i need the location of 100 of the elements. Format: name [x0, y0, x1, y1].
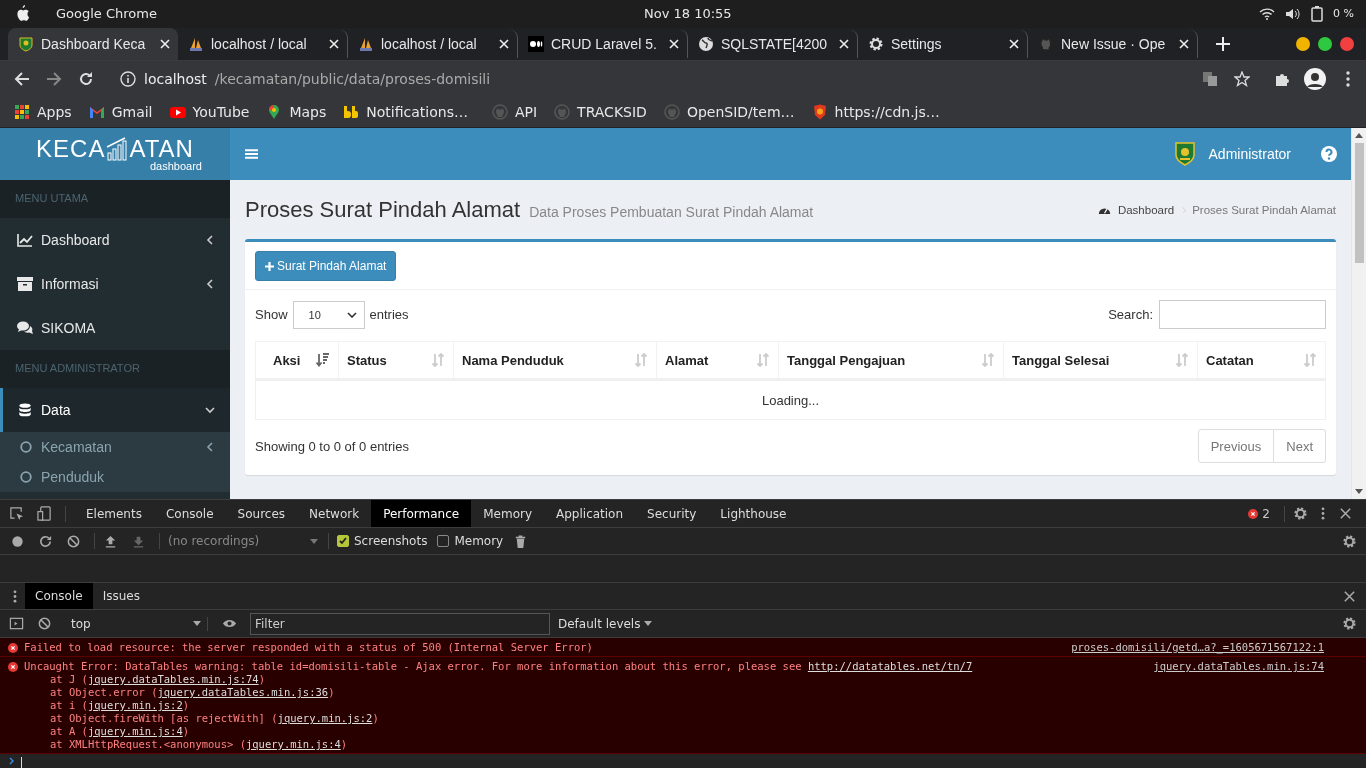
- close-icon[interactable]: [1009, 39, 1019, 50]
- sidebar-subitem[interactable]: Penduduk: [0, 462, 230, 493]
- user-name[interactable]: Administrator: [1208, 146, 1291, 163]
- apple-icon[interactable]: [14, 4, 30, 23]
- maximize-button[interactable]: [1318, 37, 1332, 52]
- clock[interactable]: Nov 18 10:55: [644, 6, 732, 21]
- browser-tab[interactable]: Settings: [858, 30, 1028, 59]
- menu-icon[interactable]: [1346, 71, 1350, 88]
- more-icon[interactable]: [1321, 506, 1325, 521]
- back-icon[interactable]: [14, 71, 30, 88]
- sidebar-item[interactable]: Dashboard: [0, 218, 230, 263]
- bookmark[interactable]: TRACKSID: [554, 104, 647, 121]
- column-header[interactable]: Status: [338, 342, 454, 380]
- search-field[interactable]: [1159, 300, 1326, 330]
- close-icon[interactable]: [1179, 39, 1189, 50]
- close-icon[interactable]: [1342, 588, 1357, 604]
- settings-icon[interactable]: [1342, 533, 1357, 549]
- drawer-menu-icon[interactable]: [13, 588, 17, 604]
- devtools-tab[interactable]: Network: [297, 500, 372, 527]
- browser-tab[interactable]: localhost / local: [348, 30, 518, 59]
- sidebar-toggle-icon[interactable]: [9, 616, 24, 631]
- browser-tab[interactable]: New Issue · Ope: [1028, 30, 1198, 59]
- devtools-tab[interactable]: Performance: [371, 500, 472, 527]
- scroll-up-icon[interactable]: [1355, 133, 1363, 139]
- checkbox[interactable]: [437, 535, 450, 547]
- minimize-button[interactable]: [1296, 37, 1310, 52]
- devtools-tab[interactable]: Application: [544, 500, 636, 527]
- pagination-button[interactable]: Previous: [1197, 429, 1275, 464]
- avatar[interactable]: [1304, 68, 1326, 91]
- stack-link[interactable]: jquery.min.js:2: [87, 699, 183, 711]
- error-count[interactable]: 2: [1262, 506, 1270, 521]
- wifi-icon[interactable]: [1259, 7, 1276, 20]
- pagination-button[interactable]: Next: [1274, 429, 1326, 464]
- volume-icon[interactable]: [1285, 7, 1302, 20]
- bookmark[interactable]: API: [491, 104, 538, 121]
- drawer-tab[interactable]: Issues: [92, 583, 150, 609]
- devtools-tab[interactable]: Sources: [225, 500, 298, 527]
- column-header[interactable]: Alamat: [656, 342, 779, 380]
- browser-tab[interactable]: Dashboard Keca: [8, 28, 178, 61]
- reload-icon[interactable]: [78, 71, 94, 88]
- close-icon[interactable]: [160, 39, 170, 50]
- stack-link[interactable]: jquery.dataTables.min.js:74: [87, 673, 259, 685]
- close-icon[interactable]: [669, 39, 679, 50]
- translate-icon[interactable]: [1202, 71, 1218, 88]
- bookmark[interactable]: Notifications…: [343, 104, 468, 121]
- bookmark[interactable]: Maps: [266, 104, 327, 121]
- stack-link[interactable]: jquery.min.js:2: [277, 712, 373, 724]
- add-button[interactable]: Surat Pindah Alamat: [255, 251, 397, 282]
- clear-icon[interactable]: [37, 616, 52, 631]
- close-icon[interactable]: [1338, 506, 1353, 521]
- help-icon[interactable]: [1321, 146, 1337, 163]
- bookmark[interactable]: https://cdn.js…: [811, 104, 940, 121]
- sidebar-subitem[interactable]: Kecamatan: [0, 432, 230, 463]
- puzzle-icon[interactable]: [1274, 71, 1290, 88]
- context-select[interactable]: top: [65, 616, 208, 631]
- drawer-tab[interactable]: Console: [25, 583, 93, 609]
- scrollbar[interactable]: [1351, 128, 1366, 499]
- star-icon[interactable]: [1234, 71, 1250, 88]
- reload-icon[interactable]: [38, 533, 53, 549]
- new-tab-icon[interactable]: [1216, 37, 1230, 52]
- sidebar-item[interactable]: SIKOMA: [0, 306, 230, 351]
- sidebar-item[interactable]: Data: [0, 388, 230, 433]
- stack-link[interactable]: jquery.min.js:4: [245, 738, 341, 750]
- column-header[interactable]: Tanggal Pengajuan: [778, 342, 1004, 380]
- filter-field[interactable]: Filter: [250, 612, 550, 635]
- recordings-select[interactable]: (no recordings): [168, 534, 318, 548]
- devtools-tab[interactable]: Memory: [471, 500, 544, 527]
- stack-link[interactable]: jquery.dataTables.min.js:36: [157, 686, 329, 698]
- close-icon[interactable]: [839, 39, 849, 50]
- error-icon[interactable]: [1248, 508, 1259, 519]
- record-icon[interactable]: [10, 533, 25, 549]
- upload-icon[interactable]: [103, 533, 118, 549]
- clear-icon[interactable]: [66, 533, 81, 549]
- logo[interactable]: KECA ATAN dashboard: [0, 128, 230, 181]
- stack-link[interactable]: jquery.min.js:4: [87, 725, 183, 737]
- devtools-tab[interactable]: Console: [153, 500, 226, 527]
- inspect-icon[interactable]: [9, 506, 24, 521]
- battery-icon[interactable]: [1311, 5, 1324, 22]
- close-icon[interactable]: [499, 39, 509, 50]
- settings-icon[interactable]: [1342, 616, 1357, 631]
- forward-icon[interactable]: [46, 71, 62, 88]
- device-icon[interactable]: [37, 506, 52, 521]
- scroll-thumb[interactable]: [1354, 143, 1364, 264]
- checkbox[interactable]: [337, 535, 349, 547]
- close-icon[interactable]: [329, 39, 339, 50]
- browser-tab[interactable]: localhost / local: [178, 30, 348, 59]
- column-header[interactable]: Tanggal Selesai: [1003, 342, 1198, 380]
- source-link[interactable]: jquery.dataTables.min.js:74: [1153, 660, 1324, 673]
- browser-tab[interactable]: CRUD Laravel 5.: [518, 30, 688, 59]
- devtools-tab[interactable]: Lighthouse: [708, 500, 799, 527]
- devtools-tab[interactable]: Elements: [74, 500, 154, 527]
- devtools-tab[interactable]: Security: [635, 500, 709, 527]
- bookmark[interactable]: Gmail: [88, 104, 153, 121]
- column-header[interactable]: Catatan: [1197, 342, 1326, 380]
- close-button[interactable]: [1340, 37, 1354, 52]
- bookmark[interactable]: OpenSID/tem…: [663, 104, 795, 121]
- bookmark[interactable]: Apps: [14, 104, 72, 121]
- bookmark[interactable]: YouTube: [169, 104, 250, 121]
- sidebar-item[interactable]: Informasi: [0, 262, 230, 307]
- breadcrumb-link[interactable]: Dashboard: [1117, 204, 1175, 217]
